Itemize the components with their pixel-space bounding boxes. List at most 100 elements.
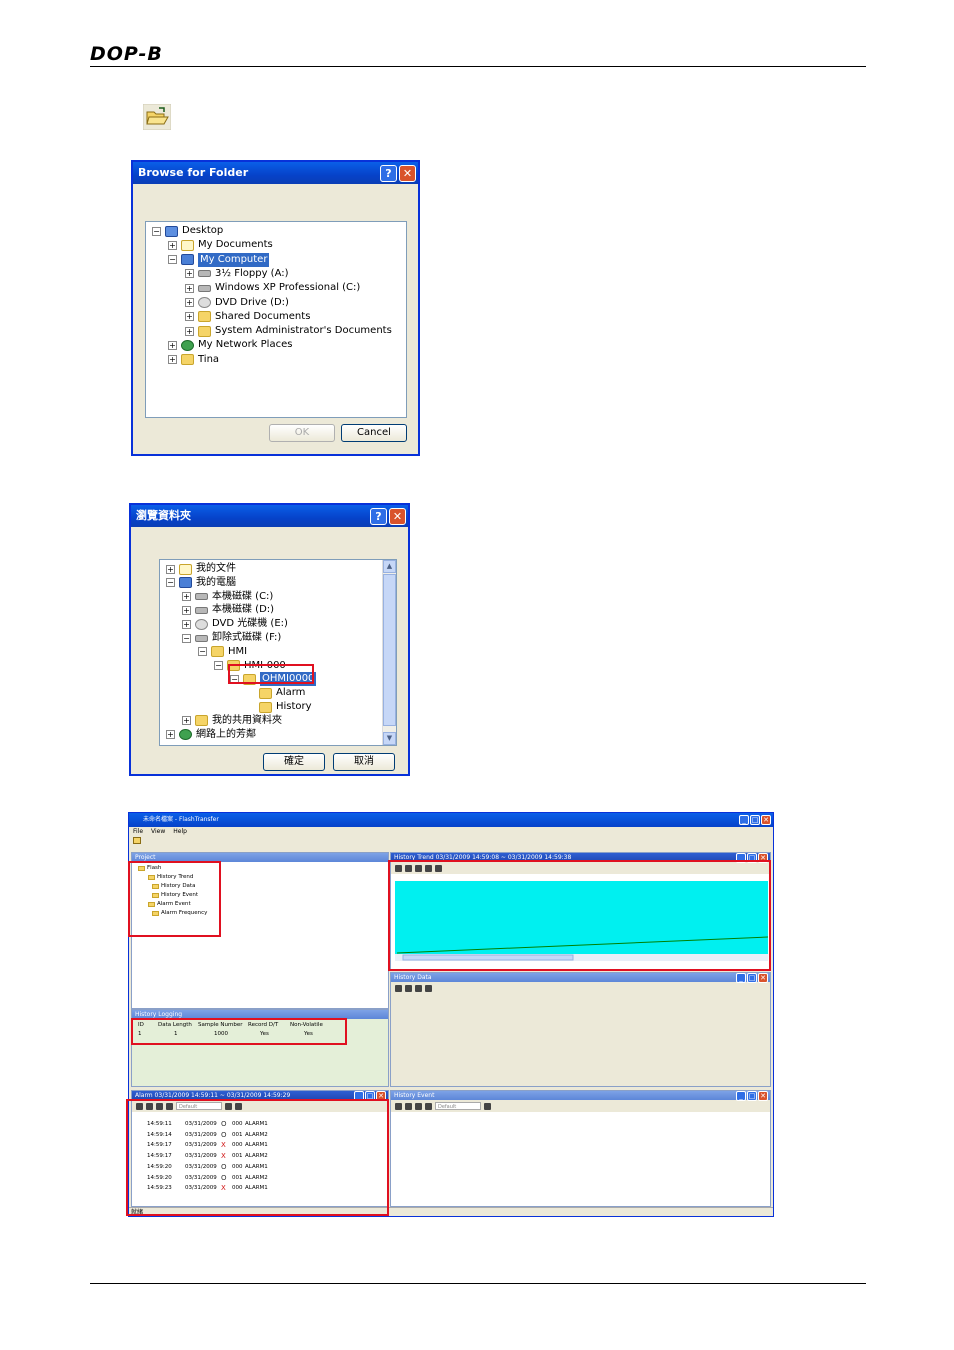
- tree-item-label: 我的文件: [196, 563, 236, 574]
- tree-item[interactable]: + DVD 光碟機 (E:): [182, 617, 288, 631]
- collapse-icon[interactable]: −: [152, 226, 161, 236]
- tree-scrollbar[interactable]: ▲ ▼: [382, 560, 396, 745]
- help-icon[interactable]: ?: [370, 508, 387, 525]
- tree-item[interactable]: + Tina: [168, 353, 219, 367]
- pc-icon: [181, 254, 194, 266]
- tree-item[interactable]: + 網路上的芳鄰: [166, 728, 256, 742]
- tree-item[interactable]: − 卸除式磁碟 (F:): [182, 631, 281, 645]
- expand-icon[interactable]: +: [168, 355, 177, 365]
- tree-item[interactable]: + Shared Documents: [185, 310, 310, 324]
- drive-icon: [195, 634, 208, 642]
- desk-icon: [165, 225, 178, 237]
- tree-item[interactable]: + 本機磁碟 (D:): [182, 603, 274, 617]
- ok-button-en[interactable]: OK: [269, 424, 335, 442]
- expand-icon[interactable]: +: [182, 619, 191, 629]
- tree-item-label: Shared Documents: [215, 310, 311, 322]
- folder-icon: [181, 354, 194, 366]
- collapse-icon[interactable]: −: [166, 578, 175, 588]
- product-logo: DOP-B: [90, 43, 163, 65]
- expand-icon[interactable]: +: [166, 564, 175, 574]
- expand-icon[interactable]: +: [182, 605, 191, 615]
- expand-icon[interactable]: +: [168, 240, 177, 250]
- tree-item[interactable]: + DVD Drive (D:): [185, 296, 289, 310]
- ok-button-zh[interactable]: 確定: [263, 753, 325, 771]
- tree-item-label: Alarm: [276, 687, 306, 699]
- pc-icon: [179, 577, 192, 589]
- tree-item[interactable]: − My Computer: [168, 252, 270, 267]
- dialog-title-en: Browse for Folder: [133, 162, 418, 184]
- tree-item-label: History: [276, 701, 312, 712]
- history-event-pane: History Event _ □ ✕ Default: [390, 1090, 771, 1207]
- tree-item-label: 我的電腦: [196, 576, 236, 588]
- browse-folder-dialog-en: Browse for Folder ? ✕ − Desktop + My Docume…: [131, 160, 420, 456]
- tree-item[interactable]: +3½ Floppy (A:): [185, 267, 289, 281]
- expand-icon[interactable]: +: [185, 326, 194, 336]
- header-rule: [90, 66, 866, 67]
- tree-item[interactable]: + My Network Places: [168, 338, 292, 352]
- drive-icon: [195, 606, 208, 614]
- doc-icon: [179, 563, 192, 575]
- dialog-title-zh: 瀏覽資料夾: [131, 505, 408, 527]
- cd-icon: [198, 297, 211, 308]
- tree-item[interactable]: Alarm: [246, 686, 305, 700]
- folder-tree-en[interactable]: − Desktop + My Documents − My Computer +3½ Flo…: [145, 221, 407, 418]
- tree-item[interactable]: − 我的電腦: [166, 576, 236, 590]
- tree-item[interactable]: + 我的共用資料夾: [182, 714, 282, 728]
- expand-icon[interactable]: +: [185, 312, 194, 322]
- drive-icon: [195, 593, 208, 601]
- event-group-dropdown[interactable]: Default: [435, 1102, 481, 1110]
- tree-item[interactable]: − Desktop: [152, 224, 223, 238]
- expand-icon[interactable]: +: [182, 716, 191, 726]
- tree-item-label: System Administrator's Documents: [215, 325, 392, 337]
- menu-item[interactable]: File: [133, 827, 143, 837]
- expand-icon[interactable]: +: [185, 283, 194, 293]
- tree-item[interactable]: + System Administrator's Documents: [185, 324, 392, 338]
- tree-item[interactable]: + 本機磁碟 (C:): [182, 590, 273, 604]
- expand-icon[interactable]: +: [168, 340, 177, 350]
- cancel-button-zh[interactable]: 取消: [333, 753, 395, 771]
- open-folder-icon[interactable]: [143, 104, 171, 130]
- collapse-icon[interactable]: −: [182, 633, 191, 643]
- collapse-icon[interactable]: −: [214, 661, 223, 671]
- tree-item-label: 3½ Floppy (A:): [215, 267, 289, 279]
- highlight-history-trend: [388, 860, 771, 971]
- tree-item[interactable]: − HMI: [198, 645, 247, 659]
- menu-item[interactable]: View: [151, 827, 165, 837]
- folder-tree-zh[interactable]: + 我的文件 − 我的電腦 + 本機磁碟 (C:) + 本機磁碟 (D:) + DVD 光碟機 (…: [159, 559, 397, 746]
- open-folder-icon[interactable]: [133, 837, 141, 844]
- highlight-ohmi-folder: [228, 664, 314, 684]
- expand-icon[interactable]: +: [185, 269, 194, 279]
- cancel-button-en[interactable]: Cancel: [341, 424, 407, 442]
- tree-item-label: Windows XP Professional (C:): [215, 282, 361, 294]
- tree-item-label: My Network Places: [198, 339, 293, 351]
- expand-icon[interactable]: +: [182, 592, 191, 602]
- collapse-icon[interactable]: −: [198, 647, 207, 657]
- expand-icon[interactable]: +: [185, 298, 194, 307]
- tree-item[interactable]: + 我的文件: [166, 562, 236, 576]
- browse-folder-dialog-zh: 瀏覽資料夾 ? ✕ + 我的文件 − 我的電腦 + 本機磁碟 (C:) + 本機磁碟 (D:)…: [129, 503, 410, 776]
- tree-item-label: Tina: [198, 353, 220, 365]
- tree-item-label: HMI: [228, 645, 248, 657]
- folder-icon: [198, 311, 211, 323]
- highlight-project-tree: [128, 861, 221, 937]
- history-data-pane: History Data _ □ ✕: [390, 972, 771, 1087]
- folder-icon: [198, 325, 211, 337]
- tree-item[interactable]: History: [246, 700, 312, 714]
- folder-icon: [195, 715, 208, 727]
- tree-item-label: Desktop: [182, 225, 224, 236]
- tree-item[interactable]: + Windows XP Professional (C:): [185, 281, 360, 295]
- menu-item[interactable]: Help: [173, 827, 187, 837]
- collapse-icon[interactable]: −: [168, 255, 177, 265]
- history-data-title: History Data: [391, 973, 770, 982]
- expand-icon[interactable]: +: [166, 730, 175, 740]
- net-icon: [179, 729, 192, 741]
- close-icon[interactable]: ✕: [389, 508, 406, 525]
- app-title: 未命名檔案 - FlashTransfer: [129, 813, 773, 827]
- help-icon[interactable]: ?: [380, 165, 397, 182]
- menu-bar: File View Help: [129, 827, 773, 837]
- doc-icon: [181, 239, 194, 251]
- tree-item[interactable]: + My Documents: [168, 238, 273, 252]
- close-icon[interactable]: ✕: [399, 165, 416, 182]
- highlight-alarm-list: [126, 1099, 389, 1216]
- tree-item-label: 我的共用資料夾: [212, 714, 282, 726]
